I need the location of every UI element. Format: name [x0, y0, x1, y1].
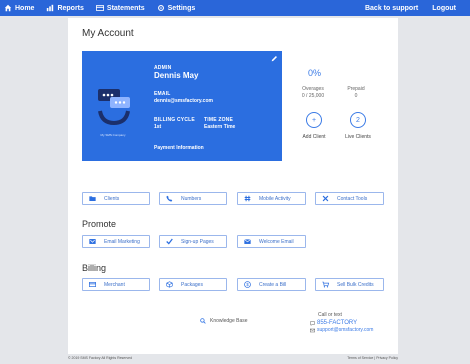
- billing-title: Billing: [82, 263, 107, 273]
- footer: © 2019 SMS Factory All Rights Reserved T…: [68, 356, 398, 360]
- payment-info-link[interactable]: Payment Information: [154, 145, 204, 151]
- footer-links: Terms of Service | Privacy Policy: [347, 356, 398, 360]
- timezone-label: TIME ZONE: [204, 117, 234, 123]
- logout-link[interactable]: Logout: [432, 5, 456, 12]
- nav-statements-label: Statements: [106, 4, 145, 12]
- nav-statements[interactable]: Statements: [95, 4, 145, 12]
- email-label: EMAIL: [154, 91, 171, 97]
- sell-bulk-credits-button[interactable]: Sell Bulk Credits: [315, 278, 384, 291]
- nav-home[interactable]: Home: [4, 4, 34, 12]
- settings-icon: [157, 5, 164, 11]
- add-client-label: Add Client: [302, 134, 326, 140]
- email-value: dennis@smsfactory.com: [154, 98, 213, 104]
- terms-link[interactable]: Terms of Service: [347, 356, 373, 360]
- live-clients-button[interactable]: 2: [350, 112, 366, 128]
- support-phone[interactable]: 855-FACTORY: [317, 320, 357, 326]
- back-to-support-link[interactable]: Back to support: [365, 5, 418, 12]
- envelope-icon: [244, 238, 251, 245]
- live-clients-label: Live Clients: [345, 134, 371, 140]
- packages-button[interactable]: Packages: [159, 278, 227, 291]
- contact-info: Call or text 855-FACTORY support@smsfact…: [310, 312, 373, 334]
- merchant-label: Merchant: [104, 281, 125, 288]
- nav-settings-label: Settings: [167, 4, 196, 12]
- phone-icon: [166, 195, 173, 202]
- pencil-icon[interactable]: [271, 55, 278, 62]
- card-icon: [89, 281, 96, 288]
- mobile-activity-button[interactable]: Mobile Activity: [237, 192, 306, 205]
- envelope-icon: [310, 328, 315, 332]
- tools-icon: [322, 195, 329, 202]
- privacy-link[interactable]: Privacy Policy: [376, 356, 398, 360]
- logo-icon: [98, 89, 130, 126]
- nav-right: Back to support Logout: [365, 5, 470, 12]
- mobile-activity-label: Mobile Activity: [259, 195, 291, 202]
- stats-panel: 0% Overages 0 / 25,000 Prepaid 0 + Add C…: [288, 66, 388, 166]
- reports-icon: [47, 4, 54, 12]
- billing-cycle-label: BILLING CYCLE: [154, 117, 195, 123]
- email-marketing-label: Email Marketing: [104, 238, 140, 245]
- copyright-text: © 2019 SMS Factory All Rights Reserved: [68, 356, 133, 360]
- sell-bulk-credits-label: Sell Bulk Credits: [337, 281, 374, 288]
- logout-label: Logout: [432, 4, 456, 12]
- home-icon: [4, 4, 12, 12]
- overages-label: Overages: [302, 86, 324, 92]
- welcome-email-button[interactable]: Welcome Email: [237, 235, 306, 248]
- support-email[interactable]: support@smsfactory.com: [317, 327, 373, 333]
- merchant-button[interactable]: Merchant: [82, 278, 150, 291]
- signup-pages-button[interactable]: Sign-up Pages: [159, 235, 227, 248]
- nav-reports[interactable]: Reports: [46, 4, 84, 12]
- logo-caption: My SMS Company: [100, 133, 126, 137]
- create-bill-button[interactable]: $ Create a Bill: [237, 278, 306, 291]
- add-client-button[interactable]: +: [306, 112, 322, 128]
- packages-label: Packages: [181, 281, 203, 288]
- knowledge-base-label: Knowledge Base: [210, 318, 248, 324]
- call-or-text-label: Call or text: [318, 312, 342, 318]
- overages-value: 0 / 25,000: [301, 93, 325, 99]
- billing-cycle-value: 1st: [154, 124, 162, 130]
- account-name: Dennis May: [154, 71, 199, 80]
- search-icon: [200, 318, 206, 324]
- knowledge-base-link[interactable]: Knowledge Base: [200, 318, 248, 324]
- usage-percent: 0%: [308, 68, 322, 78]
- signup-pages-label: Sign-up Pages: [181, 238, 214, 245]
- prepaid-label: Prepaid: [347, 86, 365, 92]
- statements-icon: [95, 5, 104, 11]
- back-to-support-label: Back to support: [364, 4, 419, 12]
- numbers-label: Numbers: [181, 195, 202, 202]
- box-icon: [166, 281, 173, 288]
- numbers-button[interactable]: Numbers: [159, 192, 227, 205]
- folder-icon: [89, 195, 96, 202]
- email-icon: [89, 238, 96, 245]
- nav-settings[interactable]: Settings: [157, 4, 196, 12]
- dollar-icon: $: [244, 281, 251, 288]
- nav-reports-label: Reports: [57, 4, 84, 12]
- support-email-row: support@smsfactory.com: [310, 327, 373, 333]
- page-title: My Account: [82, 28, 134, 39]
- welcome-email-label: Welcome Email: [259, 238, 294, 245]
- phone-row: 855-FACTORY: [310, 320, 373, 326]
- top-nav: Home Reports Statements Settings Back to…: [0, 0, 470, 16]
- account-panel: My SMS Company ADMIN Dennis May EMAIL de…: [82, 51, 282, 161]
- clients-label: Clients: [104, 195, 120, 202]
- timezone-value: Eastern Time: [204, 124, 236, 130]
- promote-title: Promote: [82, 219, 117, 229]
- contact-tools-button[interactable]: Contact Tools: [315, 192, 384, 205]
- check-icon: [166, 238, 173, 245]
- chat-icon: [310, 320, 315, 326]
- contact-tools-label: Contact Tools: [337, 195, 368, 202]
- clients-button[interactable]: Clients: [82, 192, 150, 205]
- hash-icon: [244, 195, 251, 202]
- email-marketing-button[interactable]: Email Marketing: [82, 235, 150, 248]
- cart-icon: [322, 281, 329, 288]
- main-card: My Account My SMS Company ADMIN Dennis M…: [68, 18, 398, 354]
- svg-text:$: $: [246, 282, 249, 287]
- create-bill-label: Create a Bill: [259, 281, 287, 288]
- prepaid-value: 0: [354, 93, 358, 99]
- nav-home-label: Home: [15, 4, 35, 12]
